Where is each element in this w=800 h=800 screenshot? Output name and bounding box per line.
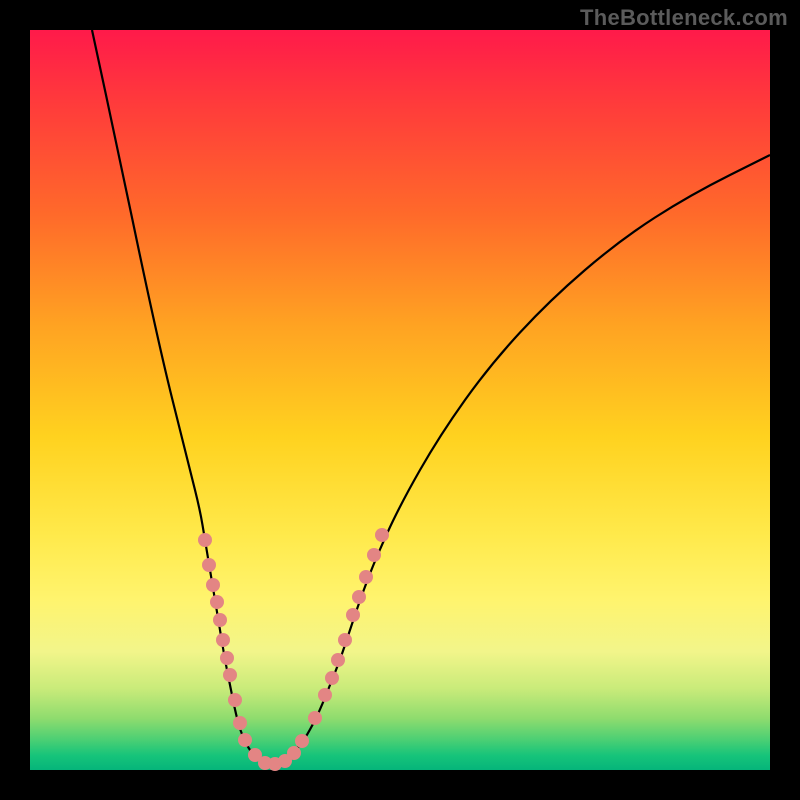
data-point [346, 608, 360, 622]
data-point [295, 734, 309, 748]
data-point [375, 528, 389, 542]
data-point [367, 548, 381, 562]
chart-svg [30, 30, 770, 770]
data-points [198, 528, 389, 771]
data-point [216, 633, 230, 647]
data-point [325, 671, 339, 685]
data-point [331, 653, 345, 667]
data-point [206, 578, 220, 592]
chart-container: TheBottleneck.com [0, 0, 800, 800]
data-point [338, 633, 352, 647]
data-point [359, 570, 373, 584]
data-point [308, 711, 322, 725]
data-point [318, 688, 332, 702]
watermark-text: TheBottleneck.com [580, 5, 788, 31]
data-point [287, 746, 301, 760]
plot-area [30, 30, 770, 770]
data-point [228, 693, 242, 707]
curve-right [270, 155, 770, 765]
data-point [233, 716, 247, 730]
curve-left [92, 30, 270, 765]
data-point [223, 668, 237, 682]
data-point [202, 558, 216, 572]
data-point [238, 733, 252, 747]
data-point [210, 595, 224, 609]
data-point [220, 651, 234, 665]
data-point [352, 590, 366, 604]
data-point [213, 613, 227, 627]
data-point [198, 533, 212, 547]
